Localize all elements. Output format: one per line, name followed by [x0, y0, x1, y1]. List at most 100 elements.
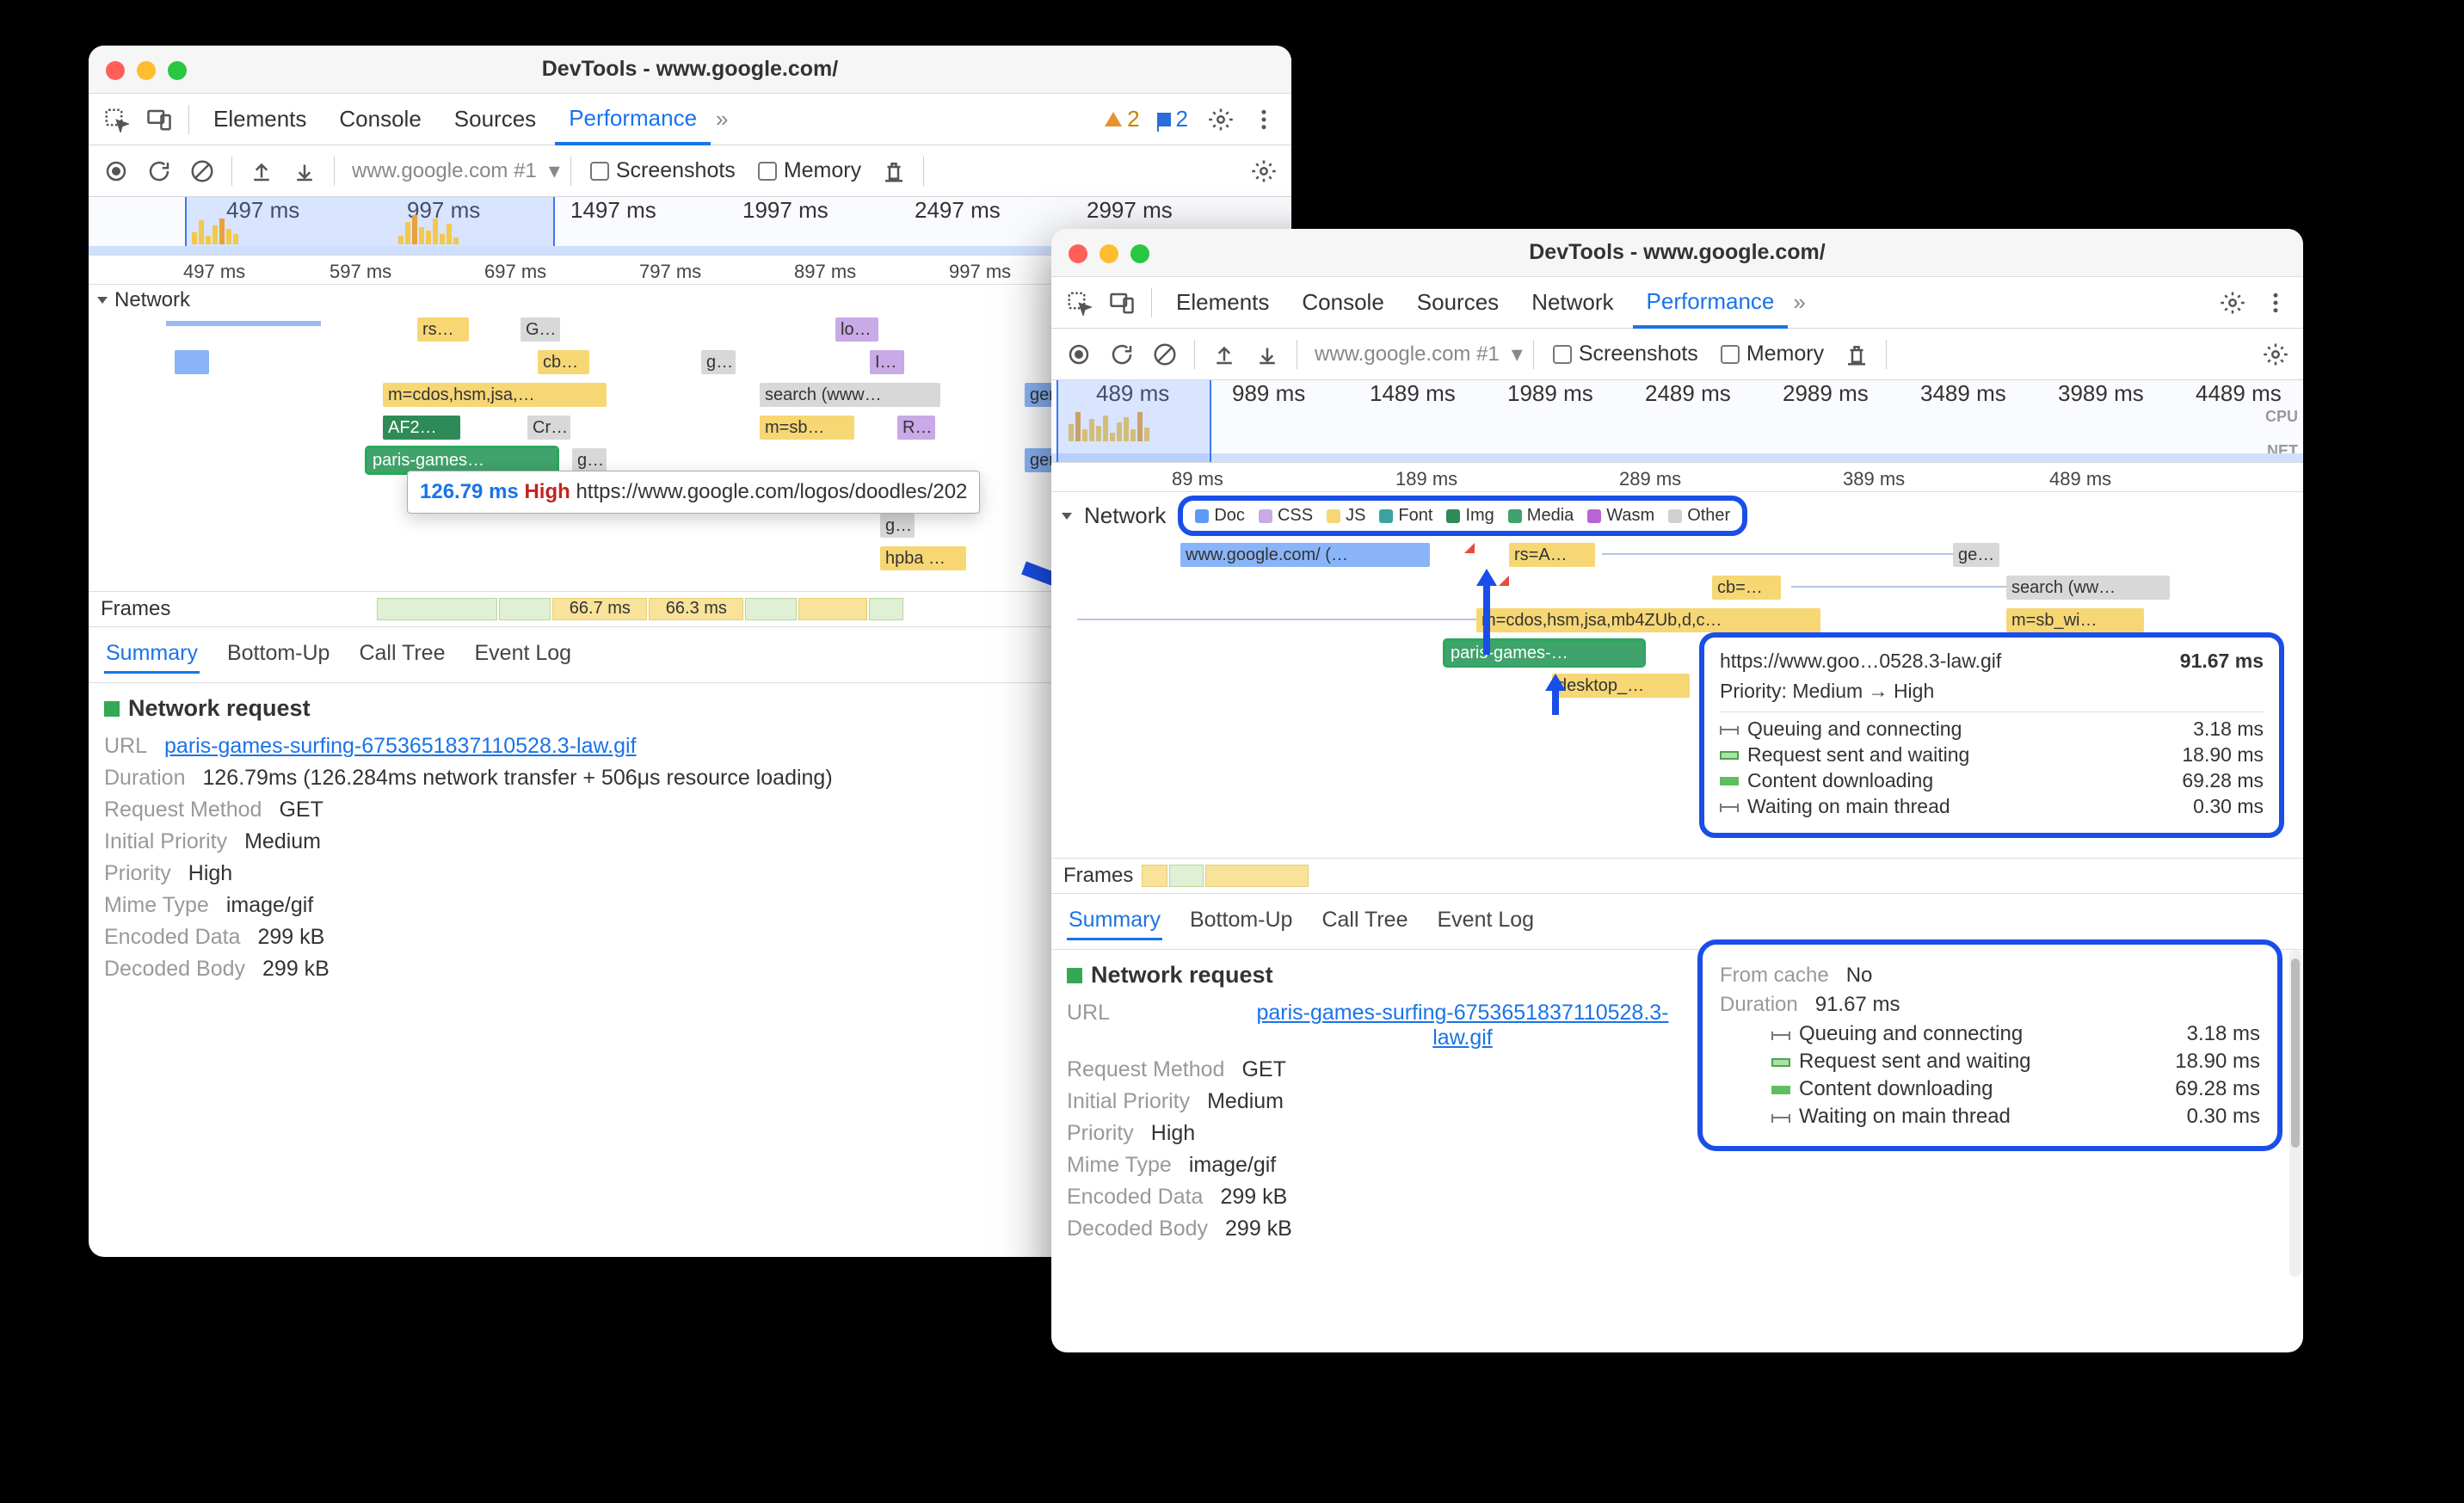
screenshots-checkbox[interactable]: Screenshots: [590, 158, 736, 183]
inspect-icon[interactable]: [1060, 284, 1098, 322]
close-icon[interactable]: [106, 61, 125, 80]
request-bar[interactable]: rs…: [417, 317, 469, 342]
legend-swatch-icon: [1259, 509, 1272, 523]
tab-sources[interactable]: Sources: [1403, 277, 1512, 328]
request-bar[interactable]: g…: [572, 448, 607, 472]
request-bar[interactable]: hpba …: [880, 546, 966, 570]
gear-icon[interactable]: [2214, 284, 2251, 322]
request-bar[interactable]: www.google.com/ (…: [1180, 543, 1430, 567]
gc-icon[interactable]: [875, 152, 913, 190]
download-icon[interactable]: [286, 152, 323, 190]
tab-network[interactable]: Network: [1518, 277, 1627, 328]
subtab-summary[interactable]: Summary: [1067, 902, 1162, 940]
clear-icon[interactable]: [183, 152, 221, 190]
network-label[interactable]: Network: [1084, 502, 1166, 529]
subtab-call-tree[interactable]: Call Tree: [357, 636, 447, 674]
tab-console[interactable]: Console: [1288, 277, 1397, 328]
subtab-call-tree[interactable]: Call Tree: [1320, 902, 1409, 940]
memory-checkbox[interactable]: Memory: [1721, 342, 1824, 367]
titlebar[interactable]: DevTools - www.google.com/: [89, 46, 1291, 94]
tab-elements[interactable]: Elements: [1162, 277, 1283, 328]
subtab-bottom-up[interactable]: Bottom-Up: [1188, 902, 1294, 940]
tab-performance[interactable]: Performance: [1633, 277, 1789, 329]
request-url-link[interactable]: paris-games-surfing-6753651837110528.3-l…: [1256, 1001, 1669, 1050]
request-bar[interactable]: g…: [880, 514, 915, 538]
request-bar[interactable]: lo…: [835, 317, 878, 342]
clear-icon[interactable]: [1146, 336, 1184, 373]
more-tabs-icon[interactable]: »: [716, 106, 728, 132]
record-icon[interactable]: [97, 152, 135, 190]
zoom-icon[interactable]: [1130, 244, 1149, 263]
minimize-icon[interactable]: [137, 61, 156, 80]
chevron-down-icon[interactable]: ▾: [549, 157, 560, 184]
request-bar[interactable]: m=sb…: [760, 416, 854, 440]
request-bar[interactable]: cb=…: [1712, 576, 1781, 600]
request-bar[interactable]: m=cdos,hsm,jsa,mb4ZUb,d,c…: [1476, 608, 1820, 632]
request-bar[interactable]: desktop_…: [1552, 674, 1690, 698]
request-bar[interactable]: m=sb_wi…: [2006, 608, 2144, 632]
request-bar[interactable]: cb…: [538, 350, 589, 374]
gear-icon[interactable]: [2257, 336, 2295, 373]
minimize-icon[interactable]: [1100, 244, 1118, 263]
overview-tick: 2497 ms: [915, 197, 1001, 224]
request-bar[interactable]: search (www…: [760, 383, 940, 407]
scrollbar[interactable]: [2289, 950, 2301, 1277]
reload-icon[interactable]: [1103, 336, 1141, 373]
subtab-bottom-up[interactable]: Bottom-Up: [225, 636, 331, 674]
request-bar[interactable]: G…: [521, 317, 560, 342]
issues-badge[interactable]: 2: [1157, 106, 1188, 132]
warnings-badge[interactable]: 2: [1105, 106, 1139, 132]
subtab-event-log[interactable]: Event Log: [473, 636, 574, 674]
device-icon[interactable]: [1103, 284, 1141, 322]
overview-tick: 2997 ms: [1087, 197, 1173, 224]
request-bar[interactable]: Cr…: [527, 416, 570, 440]
titlebar[interactable]: DevTools - www.google.com/: [1051, 229, 2303, 277]
upload-icon[interactable]: [1205, 336, 1243, 373]
reload-icon[interactable]: [140, 152, 178, 190]
gc-icon[interactable]: [1838, 336, 1876, 373]
request-bar[interactable]: search (ww…: [2006, 576, 2170, 600]
request-bar[interactable]: ge…: [1953, 543, 1999, 567]
scrollbar-thumb[interactable]: [2291, 958, 2300, 1148]
overview-timeline[interactable]: 489 ms 989 ms 1489 ms 1989 ms 2489 ms 29…: [1051, 380, 2303, 463]
overview-selection[interactable]: [1056, 380, 1211, 462]
recording-host[interactable]: www.google.com #1: [345, 159, 544, 183]
record-icon[interactable]: [1060, 336, 1098, 373]
kebab-icon[interactable]: [2257, 284, 2295, 322]
request-bar-selected[interactable]: paris-games…: [367, 448, 557, 472]
traffic-lights[interactable]: [1069, 244, 1149, 263]
tab-sources[interactable]: Sources: [440, 94, 550, 145]
close-icon[interactable]: [1069, 244, 1087, 263]
flamechart-ruler[interactable]: 89 ms 189 ms 289 ms 389 ms 489 ms: [1051, 463, 2303, 492]
tab-console[interactable]: Console: [325, 94, 434, 145]
more-tabs-icon[interactable]: »: [1793, 289, 1805, 316]
chevron-down-icon[interactable]: ▾: [1512, 341, 1523, 367]
request-bar[interactable]: I…: [870, 350, 904, 374]
recording-host[interactable]: www.google.com #1: [1308, 342, 1506, 367]
traffic-lights[interactable]: [106, 61, 187, 80]
request-bar[interactable]: g…: [701, 350, 736, 374]
tab-performance[interactable]: Performance: [555, 94, 711, 145]
network-track[interactable]: www.google.com/ (… rs=A… ge… cb=… search…: [1051, 539, 2303, 858]
request-bar[interactable]: rs=A…: [1509, 543, 1595, 567]
request-bar[interactable]: [175, 350, 209, 374]
gear-icon[interactable]: [1245, 152, 1283, 190]
tab-elements[interactable]: Elements: [200, 94, 320, 145]
upload-icon[interactable]: [243, 152, 280, 190]
zoom-icon[interactable]: [168, 61, 187, 80]
memory-checkbox[interactable]: Memory: [758, 158, 861, 183]
device-icon[interactable]: [140, 101, 178, 139]
frames-track[interactable]: Frames: [1051, 858, 2303, 894]
inspect-icon[interactable]: [97, 101, 135, 139]
request-url-link[interactable]: paris-games-surfing-6753651837110528.3-l…: [164, 734, 637, 759]
request-bar[interactable]: R…: [897, 416, 935, 440]
screenshots-checkbox[interactable]: Screenshots: [1553, 342, 1698, 367]
request-bar[interactable]: AF2…: [383, 416, 460, 440]
gear-icon[interactable]: [1202, 101, 1240, 139]
subtab-event-log[interactable]: Event Log: [1436, 902, 1537, 940]
perf-toolbar: www.google.com #1 ▾ Screenshots Memory: [1051, 329, 2303, 380]
subtab-summary[interactable]: Summary: [104, 636, 200, 674]
kebab-icon[interactable]: [1245, 101, 1283, 139]
request-bar[interactable]: m=cdos,hsm,jsa,…: [383, 383, 607, 407]
download-icon[interactable]: [1248, 336, 1286, 373]
